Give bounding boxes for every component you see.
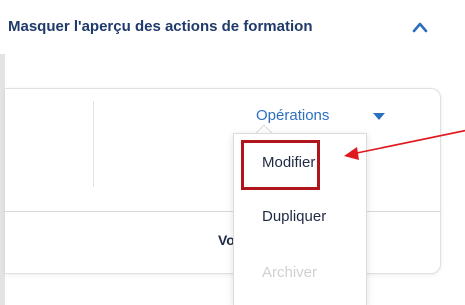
highlight-box-modifier — [241, 140, 320, 190]
operations-menu-button[interactable]: Opérations — [256, 107, 329, 124]
menu-item-dupliquer[interactable]: Dupliquer — [262, 208, 326, 225]
collapse-overview-header[interactable]: Masquer l'aperçu des actions de formatio… — [0, 0, 465, 54]
caret-down-icon[interactable] — [373, 113, 385, 120]
chevron-up-icon[interactable] — [411, 20, 429, 34]
card-divider-horizontal — [5, 211, 441, 212]
menu-item-archiver: Archiver — [262, 264, 318, 281]
card-divider-vertical — [93, 101, 94, 187]
collapse-overview-label[interactable]: Masquer l'aperçu des actions de formatio… — [8, 18, 312, 35]
